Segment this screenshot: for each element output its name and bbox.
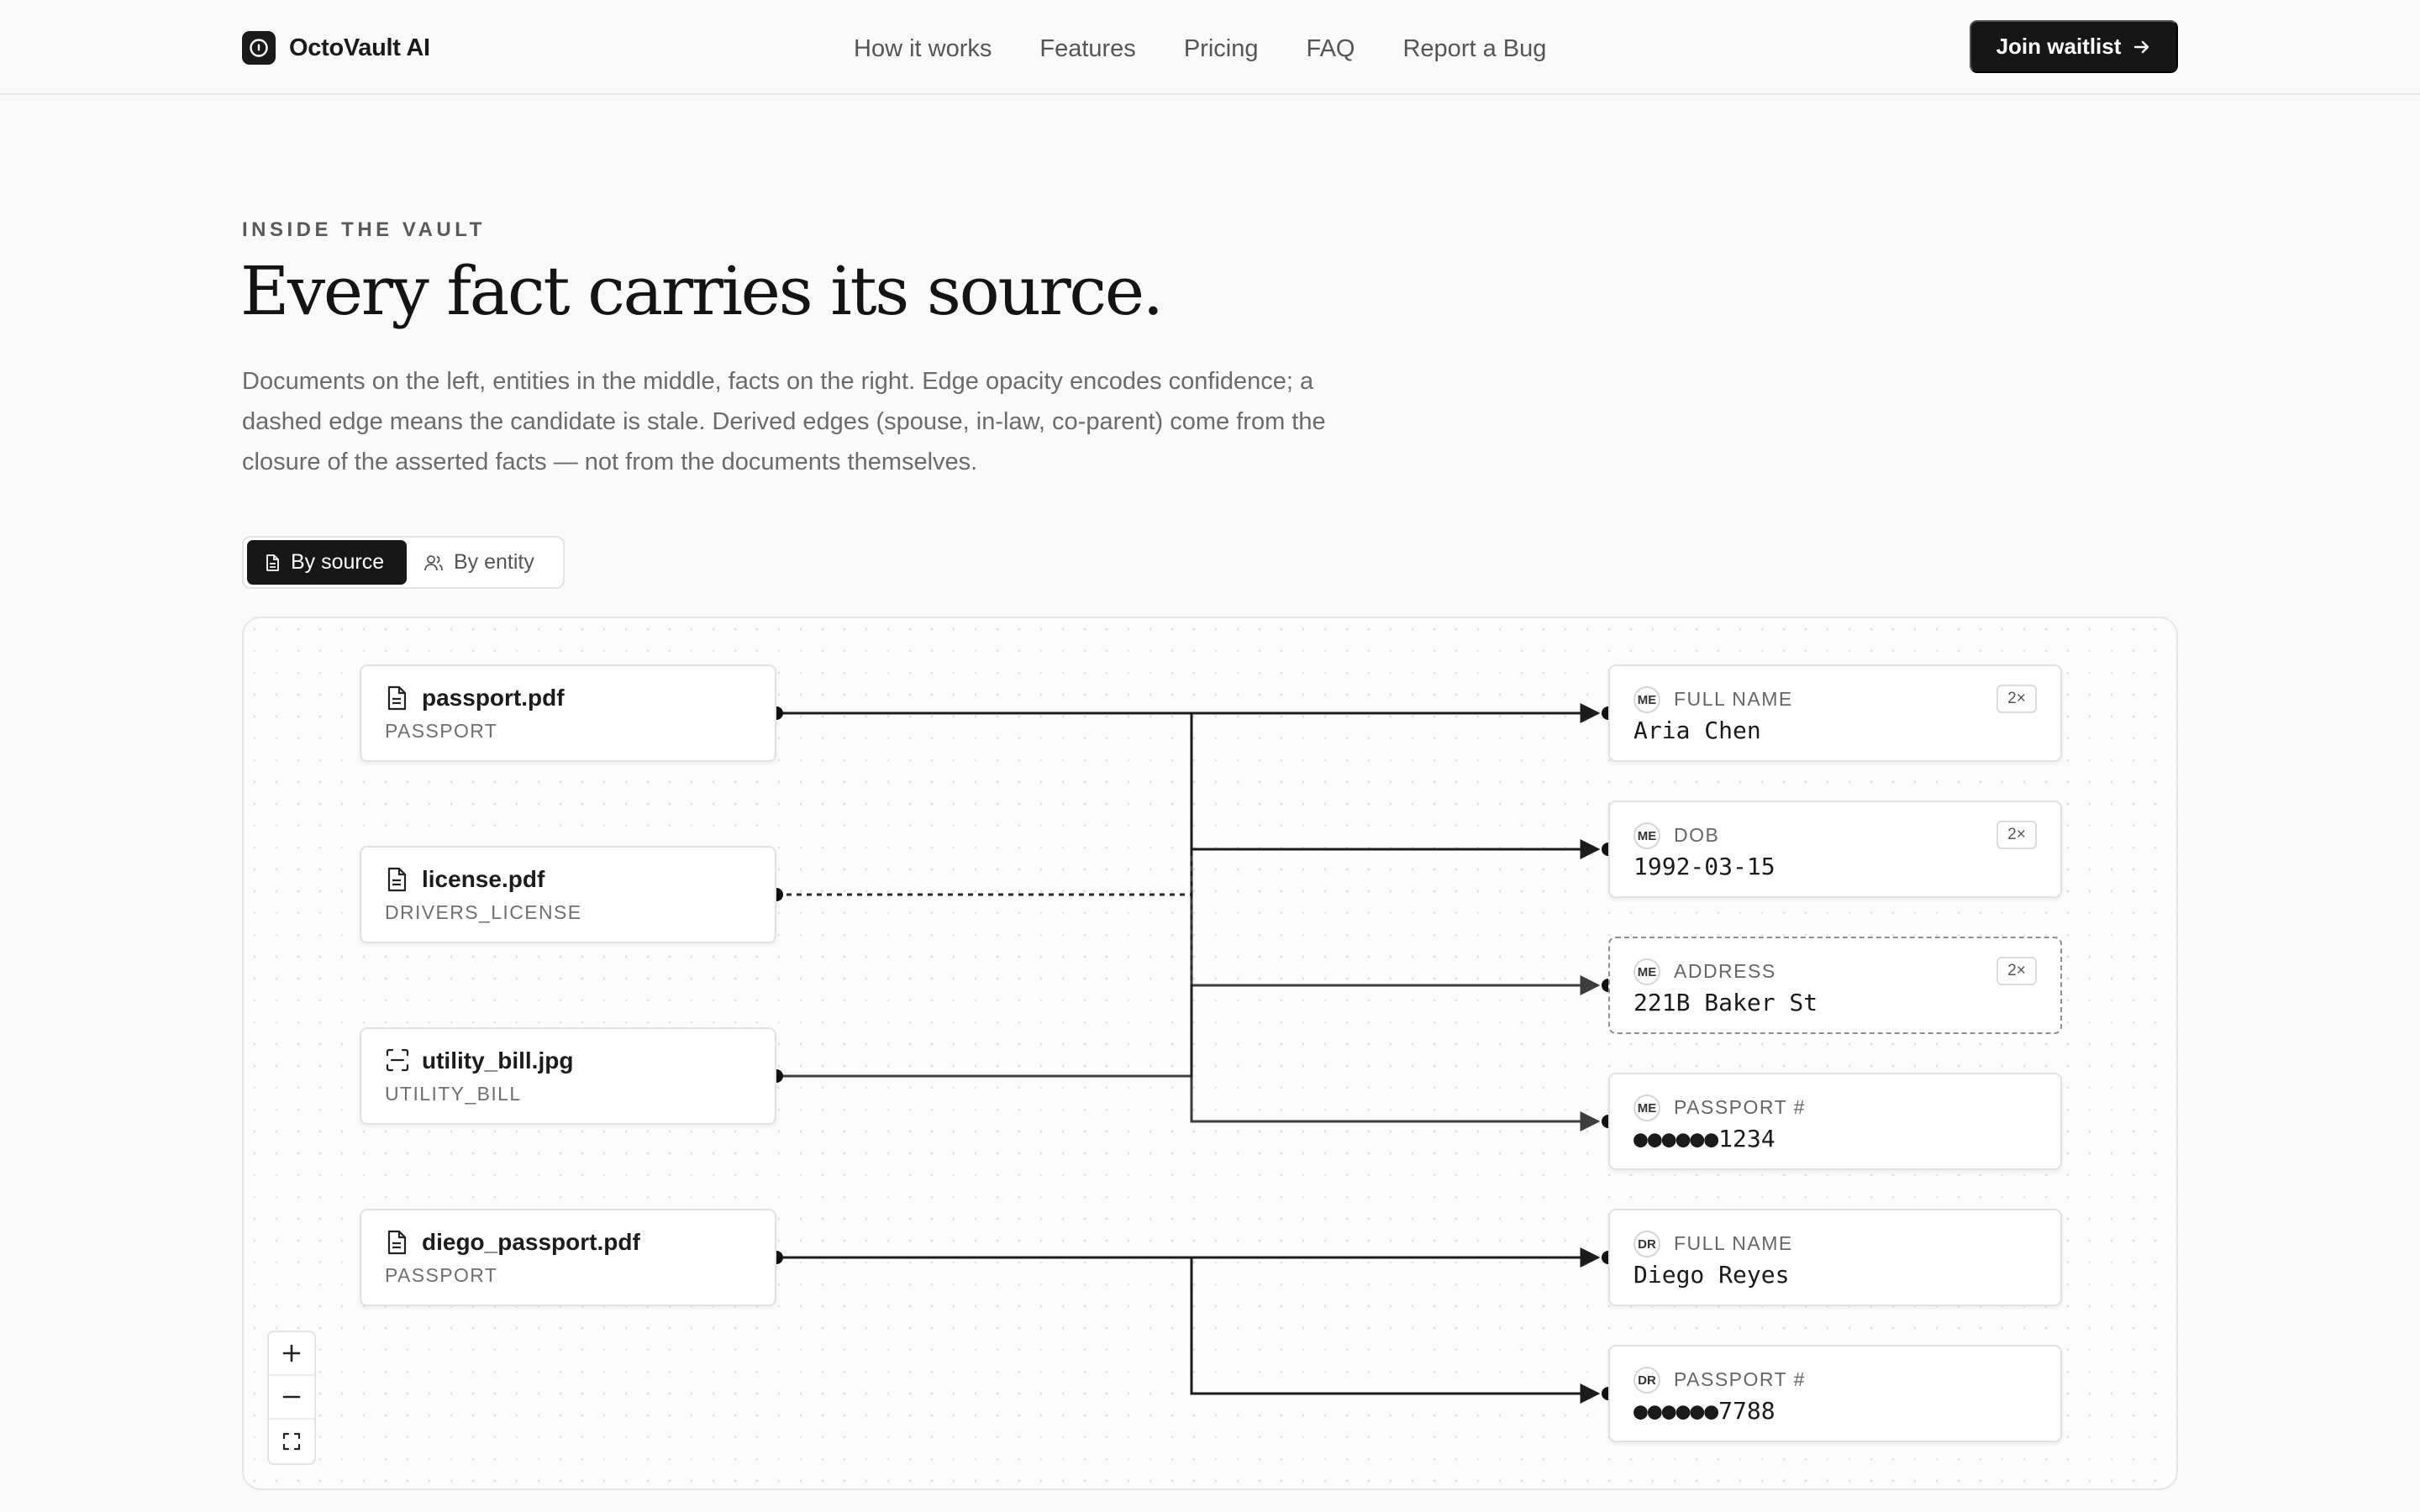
source-type: PASSPORT [385, 1264, 498, 1286]
entity-avatar: ME [1634, 686, 1660, 713]
entity-avatar: DR [1634, 1231, 1660, 1257]
source-name: passport.pdf [422, 685, 565, 711]
scan-icon [385, 1047, 410, 1077]
nav-link-how-it-works[interactable]: How it works [854, 35, 992, 63]
fact-label: FULL NAME [1674, 1232, 1793, 1254]
fact-node-me-address[interactable]: ME ADDRESS 2× 221B Baker St [1608, 937, 2062, 1034]
source-node-passport[interactable]: passport.pdf PASSPORT [360, 664, 776, 762]
edge-passport-passportno [776, 711, 1601, 1131]
fact-value: 1992-03-15 [1634, 853, 1776, 880]
source-node-diego-passport[interactable]: diego_passport.pdf PASSPORT [360, 1209, 776, 1306]
edge-license-fullname [776, 713, 1193, 896]
nav-link-features[interactable]: Features [1039, 35, 1135, 63]
source-count-badge: 2× [1996, 685, 2037, 713]
join-waitlist-button[interactable]: Join waitlist [1970, 20, 2178, 73]
source-count-badge: 2× [1996, 821, 2037, 849]
fact-label: PASSPORT # [1674, 1368, 1806, 1390]
join-waitlist-label: Join waitlist [1996, 34, 2122, 59]
fact-value: ●●●●●●7788 [1634, 1397, 1776, 1425]
source-type: UTILITY_BILL [385, 1083, 522, 1105]
nav-link-faq[interactable]: FAQ [1306, 35, 1355, 63]
nav-links: How it works Features Pricing FAQ Report… [854, 32, 1546, 66]
zoom-out-button[interactable] [269, 1376, 314, 1420]
nav-link-pricing[interactable]: Pricing [1184, 35, 1259, 63]
entity-avatar: ME [1634, 958, 1660, 985]
fact-label: DOB [1674, 824, 1720, 846]
nav-link-report-bug[interactable]: Report a Bug [1402, 35, 1546, 63]
fact-node-me-passport-number[interactable]: ME PASSPORT # ●●●●●●1234 [1608, 1073, 2062, 1170]
section-eyebrow: INSIDE THE VAULT [242, 218, 486, 241]
arrow-right-icon [2133, 38, 2151, 56]
entity-avatar: DR [1634, 1367, 1660, 1394]
source-node-license[interactable]: license.pdf DRIVERS_LICENSE [360, 846, 776, 943]
vault-graph-canvas[interactable]: passport.pdf PASSPORT license.pdf DRIVER… [242, 617, 2178, 1490]
source-name: utility_bill.jpg [422, 1047, 574, 1074]
document-icon [385, 1229, 408, 1260]
zoom-controls [267, 1331, 316, 1465]
hero-description: Documents on the left, entities in the m… [242, 368, 1326, 475]
fact-node-dr-full-name[interactable]: DR FULL NAME Diego Reyes [1608, 1209, 2062, 1306]
tab-by-entity[interactable]: By entity [407, 540, 551, 585]
source-type: PASSPORT [385, 720, 498, 742]
octovault-logo-icon [242, 31, 276, 65]
entity-avatar: ME [1634, 822, 1660, 849]
fact-value: Aria Chen [1634, 717, 1761, 744]
tab-by-source[interactable]: By source [247, 540, 407, 585]
document-icon [385, 866, 408, 897]
edge-diego-passportno [776, 1256, 1601, 1404]
source-count-badge: 2× [1996, 957, 2037, 985]
fact-value: Diego Reyes [1634, 1261, 1790, 1289]
source-node-utility-bill[interactable]: utility_bill.jpg UTILITY_BILL [360, 1027, 776, 1125]
fact-node-dr-passport-number[interactable]: DR PASSPORT # ●●●●●●7788 [1608, 1345, 2062, 1442]
view-toggle: By source By entity [242, 536, 565, 589]
fact-label: PASSPORT # [1674, 1096, 1806, 1118]
entity-avatar: ME [1634, 1095, 1660, 1121]
zoom-in-button[interactable] [269, 1332, 314, 1376]
fact-label: FULL NAME [1674, 688, 1793, 710]
source-name: license.pdf [422, 866, 545, 892]
document-icon [266, 554, 279, 571]
tab-by-entity-label: By entity [454, 550, 534, 574]
users-icon [424, 554, 443, 570]
brand[interactable]: OctoVault AI [242, 30, 430, 66]
minus-icon [282, 1395, 301, 1399]
source-type: DRIVERS_LICENSE [385, 901, 582, 923]
page-title: Every fact carries its source. [240, 252, 1164, 330]
edge-passport-dob [776, 711, 1601, 859]
plus-icon [282, 1344, 301, 1362]
edge-utility-address [776, 975, 1601, 1078]
edge-license-dob [776, 849, 1193, 896]
tab-by-source-label: By source [291, 550, 385, 574]
source-name: diego_passport.pdf [422, 1229, 640, 1255]
fact-value: 221B Baker St [1634, 989, 1818, 1016]
top-nav: OctoVault AI How it works Features Prici… [0, 0, 2420, 95]
fact-label: ADDRESS [1674, 960, 1776, 982]
fact-value: ●●●●●●1234 [1634, 1125, 1776, 1152]
fact-node-me-dob[interactable]: ME DOB 2× 1992-03-15 [1608, 801, 2062, 898]
fullscreen-icon [282, 1432, 301, 1451]
document-icon [385, 685, 408, 716]
fact-node-me-full-name[interactable]: ME FULL NAME 2× Aria Chen [1608, 664, 2062, 762]
fit-view-button[interactable] [269, 1420, 314, 1463]
brand-name: OctoVault AI [289, 34, 430, 61]
